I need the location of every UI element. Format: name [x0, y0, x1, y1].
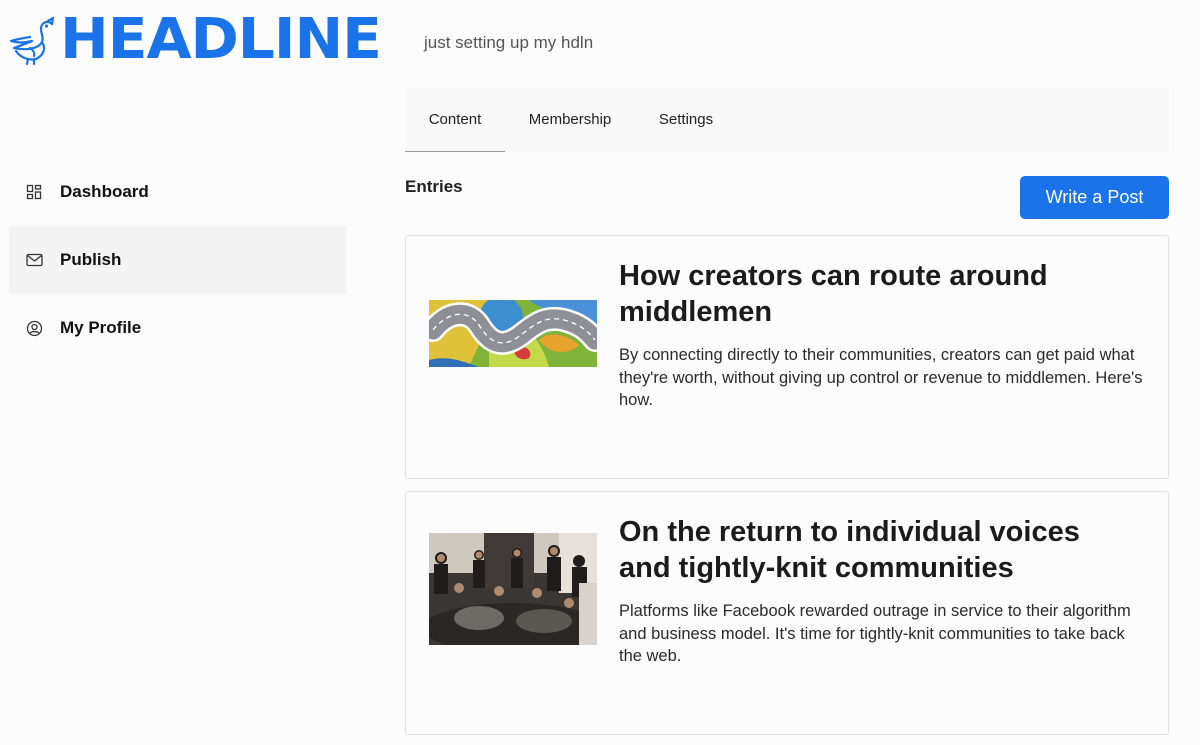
entries-heading: Entries [405, 177, 463, 196]
post-thumbnail [429, 300, 597, 367]
write-post-button[interactable]: Write a Post [1020, 176, 1169, 219]
post-card[interactable]: How creators can route around middlemen … [405, 235, 1169, 479]
tab-settings[interactable]: Settings [635, 87, 737, 152]
post-title: On the return to individual voices and t… [619, 516, 1080, 584]
mail-icon [25, 251, 43, 269]
post-thumbnail [429, 533, 597, 645]
post-card[interactable]: On the return to individual voices and t… [405, 491, 1169, 735]
sidebar-item-dashboard[interactable]: Dashboard [9, 158, 346, 226]
bird-icon [8, 15, 58, 65]
tab-content[interactable]: Content [405, 87, 505, 152]
dashboard-icon [25, 183, 43, 201]
sidebar-item-publish[interactable]: Publish [9, 226, 346, 294]
site-tagline: just setting up my hdln [424, 33, 594, 52]
brand-name: HEADLINE [60, 7, 382, 72]
sidebar-nav: Dashboard Publish My Profile [9, 158, 346, 362]
post-description: By connecting directly to their communit… [619, 346, 1143, 409]
post-title: How creators can route around middlemen [619, 260, 1048, 328]
profile-icon [25, 319, 43, 337]
content-tabs: Content Membership Settings [405, 87, 1169, 152]
sidebar-item-my-profile[interactable]: My Profile [9, 294, 346, 362]
sidebar-item-label: Publish [60, 250, 122, 269]
sidebar-item-label: My Profile [60, 318, 142, 337]
post-description: Platforms like Facebook rewarded outrage… [619, 602, 1131, 665]
brand-logo[interactable]: HEADLINE [8, 12, 382, 68]
sidebar-item-label: Dashboard [60, 182, 149, 201]
tab-membership[interactable]: Membership [505, 87, 635, 152]
